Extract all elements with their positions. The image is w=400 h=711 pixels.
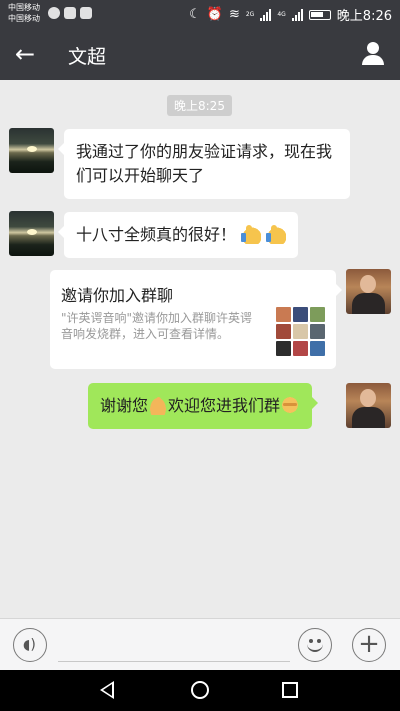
chat-header: ← 文超 [0,28,400,80]
message-text-part: 谢谢您 [100,396,149,415]
nav-recents-icon[interactable] [282,682,298,698]
invite-title: 邀请你加入群聊 [61,286,174,305]
nav-back-icon[interactable] [100,681,114,699]
clock: 晚上8:26 [336,9,392,24]
handshake-icon [280,395,301,415]
do-not-disturb-icon: ☾ [189,7,201,22]
voice-icon: ◖) [23,637,36,653]
my-avatar[interactable] [346,383,391,428]
signal-icon-2 [291,8,303,21]
contact-avatar[interactable] [9,211,54,256]
invite-description: "许英谔音响"邀请你加入群聊许英谔音响发烧群，进入可查看详情。 [61,311,253,341]
message-bubble[interactable]: 我通过了你的朋友验证请求，现在我们可以开始聊天了 [58,129,350,199]
app-notification-icon [64,7,76,19]
message-timestamp: 晚上8:25 [167,95,232,116]
message-bubble-sent[interactable]: 谢谢您 欢迎您进我们群 [88,383,319,429]
message-text: 十八寸全频真的很好！ [76,225,237,244]
message-text: 我通过了你的朋友验证请求，现在我们可以开始聊天了 [76,142,333,185]
group-avatar-grid [276,307,325,356]
thumbs-up-icon [266,224,287,244]
chat-notification-icon [48,7,60,19]
navigation-bar [0,670,400,711]
praying-hands-icon [148,395,169,415]
wifi-icon: ≋ [228,7,240,22]
contact-avatar[interactable] [9,128,54,173]
contact-profile-icon[interactable] [360,40,386,66]
input-underline [58,661,290,662]
thumbs-up-icon [241,224,262,244]
more-options-button[interactable]: + [352,628,386,662]
emoji-button[interactable] [298,628,332,662]
my-avatar[interactable] [346,269,391,314]
carrier-2: 中国移动 [8,14,40,23]
alarm-icon: ⏰ [206,7,223,22]
back-arrow-icon[interactable]: ← [10,40,40,68]
voice-input-button[interactable]: ◖) [13,628,47,662]
status-bar: 中国移动 中国移动 ☾ ⏰ ≋ 2G 4G 晚上8:26 [0,0,400,28]
nav-home-icon[interactable] [191,681,209,699]
carrier-info: 中国移动 中国移动 [8,2,40,24]
network-type-1: 2G [245,11,255,18]
input-bar: ◖) + [0,618,400,670]
group-invite-card[interactable]: 邀请你加入群聊 "许英谔音响"邀请你加入群聊许英谔音响发烧群，进入可查看详情。 [50,270,342,369]
chat-area[interactable]: 晚上8:25 我通过了你的朋友验证请求，现在我们可以开始聊天了 十八寸全频真的很… [0,80,400,618]
signal-icon-1 [260,8,272,21]
network-type-2: 4G [277,11,286,18]
message-bubble[interactable]: 十八寸全频真的很好！ [57,212,299,258]
message-input[interactable] [58,629,290,659]
carrier-1: 中国移动 [8,3,40,12]
notification-icons [48,7,92,19]
telegram-notification-icon [80,7,92,19]
message-text-part: 欢迎您进我们群 [168,396,281,415]
battery-icon [308,9,331,20]
status-right: ☾ ⏰ ≋ 2G 4G 晚上8:26 [189,5,392,24]
chat-title: 文超 [68,46,107,68]
